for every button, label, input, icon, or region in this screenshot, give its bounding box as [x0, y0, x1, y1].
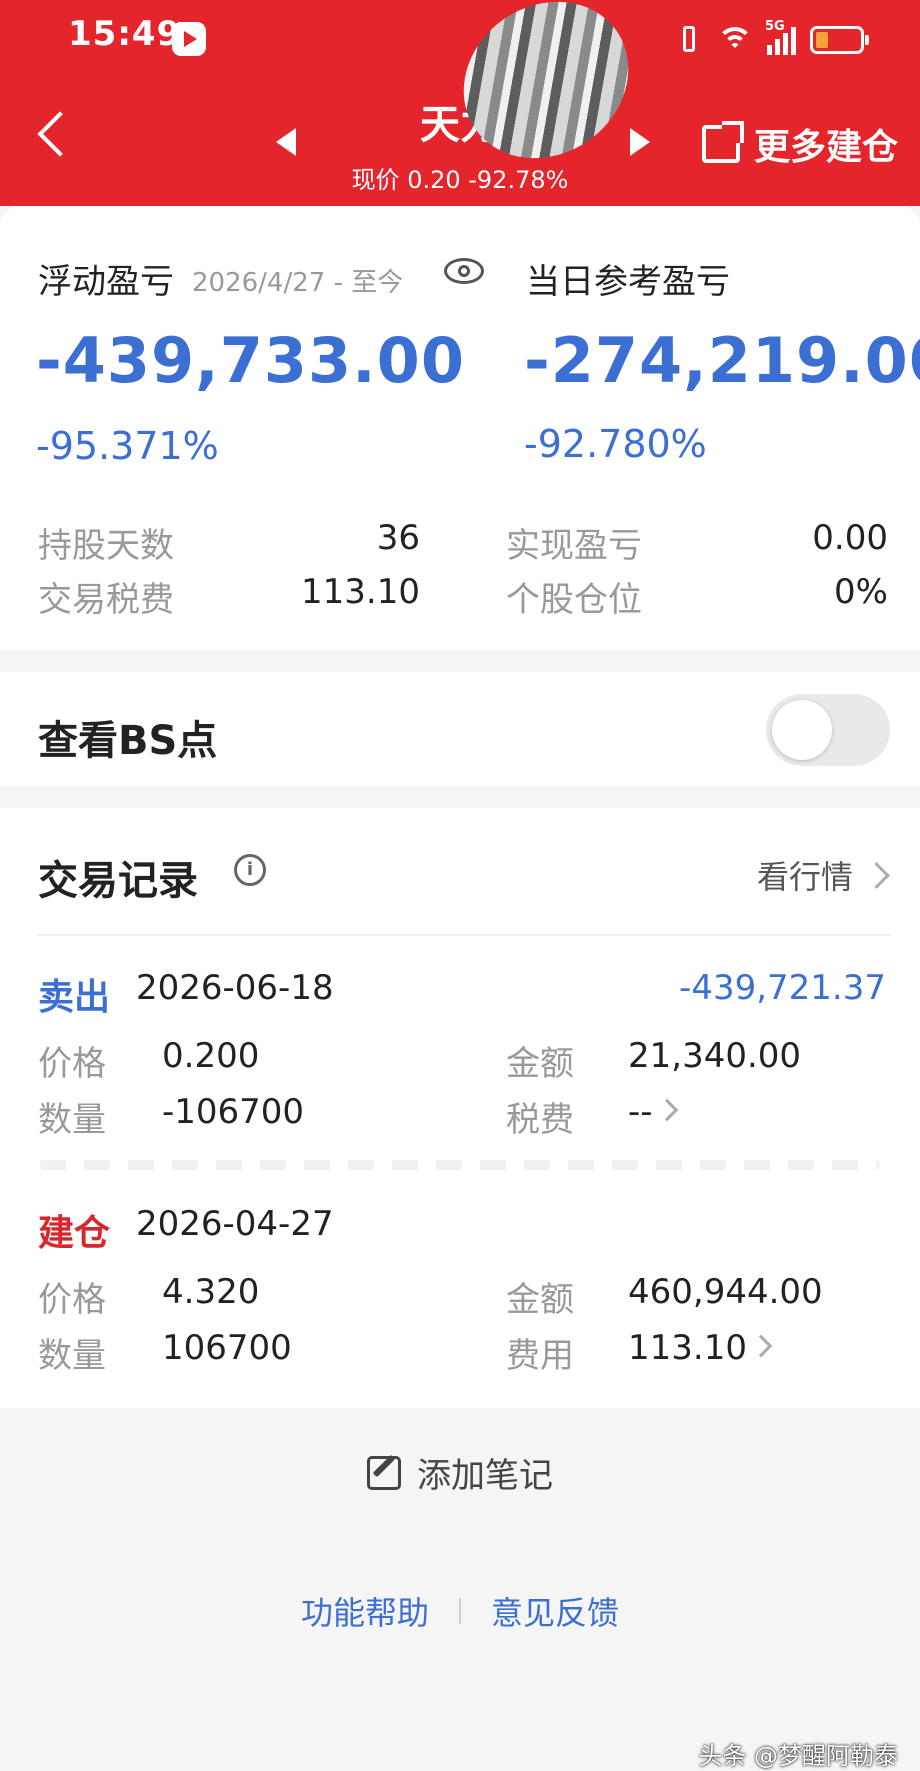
link-divider [459, 1598, 461, 1624]
record-type-sell: 卖出 [38, 977, 111, 1018]
floating-pl-value: -439,733.00 [36, 324, 465, 397]
eye-icon[interactable] [444, 258, 484, 284]
bs-points-row: 查看BS点 [0, 672, 920, 786]
price-value: 0.200 [162, 1036, 260, 1076]
chevron-right-icon [863, 861, 890, 889]
edit-icon [367, 1455, 401, 1490]
price-label: 价格 [38, 1280, 106, 1320]
quantity-value: 106700 [162, 1328, 292, 1368]
status-time: 15:49 [68, 14, 182, 54]
next-stock-icon[interactable] [630, 128, 650, 156]
notification-app-icon [172, 22, 206, 56]
position-ratio-value: 0% [834, 572, 888, 612]
chevron-right-icon [655, 1098, 678, 1121]
divider [38, 934, 890, 936]
network-type: 5G [765, 19, 785, 34]
bs-points-toggle[interactable] [766, 694, 890, 766]
daily-pl-value: -274,219.00 [524, 324, 920, 397]
holding-days-value: 36 [376, 518, 420, 558]
fee-label: 费用 [506, 1336, 574, 1376]
open-external-icon [701, 121, 744, 163]
position-ratio-label: 个股仓位 [506, 580, 642, 620]
price-value: 4.320 [162, 1272, 260, 1312]
more-build-button[interactable]: 更多建仓 [701, 118, 898, 170]
floating-pl-label: 浮动盈亏 [38, 262, 174, 302]
vibrate-icon [677, 24, 703, 56]
amount-label: 金额 [506, 1280, 574, 1320]
record-type-build: 建仓 [38, 1213, 111, 1254]
app-header: 15:49 5G 天力 现价 0.20 -92.78% 更多建仓 [0, 0, 920, 206]
trade-tax-label: 交易税费 [38, 580, 174, 620]
add-note-label: 添加笔记 [417, 1456, 553, 1496]
price-label: 价格 [38, 1044, 106, 1084]
daily-pl-pct: -92.780% [524, 422, 707, 466]
record-separator [40, 1160, 880, 1170]
quantity-label: 数量 [38, 1336, 106, 1376]
view-market-label: 看行情 [756, 858, 853, 896]
realized-pl-value: 0.00 [812, 518, 888, 558]
amount-value: 460,944.00 [628, 1272, 823, 1312]
quantity-value: -106700 [162, 1092, 305, 1132]
holding-days-label: 持股天数 [38, 526, 174, 566]
trade-records-card: 交易记录 i 看行情 卖出 2026-06-18 -439,721.37 价格 … [0, 808, 920, 1408]
quantity-label: 数量 [38, 1100, 106, 1140]
record-date: 2026-04-27 [136, 1204, 334, 1244]
info-icon[interactable]: i [234, 854, 266, 886]
fee-value: 113.10 [628, 1328, 747, 1368]
footer-links: 功能帮助 意见反馈 [0, 1588, 920, 1634]
bs-points-label: 查看BS点 [38, 718, 218, 764]
watermark: 头条 @梦醒阿勒泰 [698, 1742, 898, 1770]
signal-icon: 5G [765, 19, 796, 55]
fee-detail-button[interactable]: 113.10 [628, 1328, 773, 1368]
chevron-right-icon [749, 1334, 773, 1357]
amount-value: 21,340.00 [628, 1036, 802, 1076]
trade-records-title: 交易记录 [38, 858, 198, 904]
amount-label: 金额 [506, 1044, 574, 1084]
record-total: -439,721.37 [679, 968, 886, 1008]
trade-tax-value: 113.10 [301, 572, 420, 612]
battery-icon [810, 26, 869, 54]
status-icons: 5G [677, 19, 869, 60]
more-build-label: 更多建仓 [753, 127, 898, 168]
floating-pl-date: 2026/4/27 - 至今 [192, 268, 404, 298]
daily-pl-label: 当日参考盈亏 [526, 262, 730, 302]
wifi-icon [717, 25, 753, 55]
fee-detail-button[interactable]: -- [628, 1092, 678, 1132]
fee-value: -- [628, 1092, 653, 1132]
view-market-button[interactable]: 看行情 [756, 852, 890, 898]
record-date: 2026-06-18 [136, 968, 334, 1008]
floating-pl-pct: -95.371% [36, 424, 219, 468]
pl-card: 浮动盈亏 2026/4/27 - 至今 当日参考盈亏 -439,733.00 -… [0, 206, 920, 650]
help-link[interactable]: 功能帮助 [301, 1588, 429, 1634]
feedback-link[interactable]: 意见反馈 [491, 1588, 619, 1634]
realized-pl-label: 实现盈亏 [506, 526, 642, 566]
add-note-button[interactable]: 添加笔记 [0, 1448, 920, 1497]
fee-label: 税费 [506, 1100, 574, 1140]
